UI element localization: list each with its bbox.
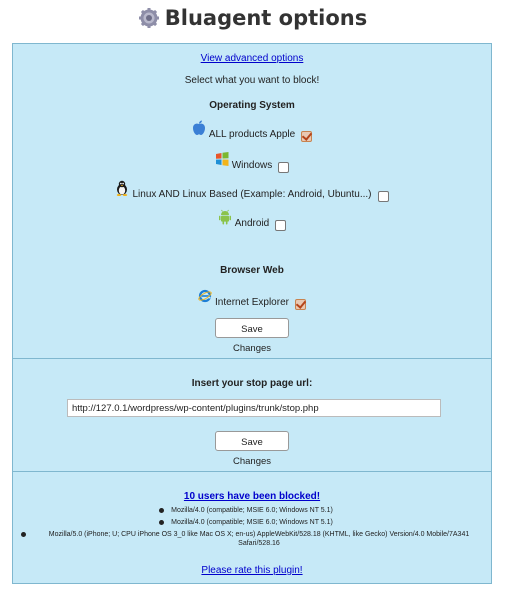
browser-option-internet-explorer: Internet Explorer [13,289,491,315]
page-title: Bluagent options [164,6,368,30]
list-item: Mozilla/5.0 (iPhone; U; CPU iPhone OS 3_… [13,530,491,548]
os-option-linux: Linux AND Linux Based (Example: Android,… [13,180,491,207]
instruction-text: Select what you want to block! [184,75,320,86]
save-changes-button[interactable]: Save Changes [215,431,289,467]
list-item: Mozilla/4.0 (compatible; MSIE 6.0; Windo… [13,518,491,527]
linux-checkbox[interactable] [377,191,389,202]
os-option-label: Linux AND Linux Based (Example: Android,… [132,189,372,200]
os-heading: Operating System [209,100,295,111]
blocked-user-agents-list: Mozilla/4.0 (compatible; MSIE 6.0; Windo… [13,506,491,551]
linux-icon [117,180,128,196]
os-option-apple: ALL products Apple [13,120,491,147]
os-option-android: Android [13,209,491,236]
os-option-windows: Windows [13,152,491,178]
windows-icon [215,152,229,166]
bullet-icon [159,508,164,513]
rate-plugin-link[interactable]: Please rate this plugin! [201,565,302,576]
stop-page-url-input[interactable]: http://127.0.1/wordpress/wp-content/plug… [67,399,441,417]
os-option-label: Windows [231,160,273,171]
stop-page-panel: Insert your stop page url: http://127.0.… [12,358,492,472]
user-agent-text: Mozilla/5.0 (iPhone; U; CPU iPhone OS 3_… [48,531,470,547]
browser-option-label: Internet Explorer [215,297,289,308]
os-option-label: Android [234,218,270,229]
block-options-panel: View advanced options Select what you wa… [12,43,492,359]
apple-icon [192,120,205,135]
blocked-users-link[interactable]: 10 users have been blocked! [184,491,320,502]
gear-icon [138,8,159,28]
user-agent-text: Mozilla/4.0 (compatible; MSIE 6.0; Windo… [171,519,333,526]
bullet-icon [159,520,164,525]
apple-checkbox[interactable] [301,131,313,142]
windows-checkbox[interactable] [278,162,290,173]
android-icon [218,209,231,225]
list-item: Mozilla/4.0 (compatible; MSIE 6.0; Windo… [13,506,491,515]
browser-heading: Browser Web [220,265,284,276]
android-checkbox[interactable] [275,220,287,231]
save-changes-button[interactable]: Save Changes [215,318,289,354]
bullet-icon [21,532,26,537]
stop-page-label: Insert your stop page url: [191,378,313,389]
internet-explorer-checkbox[interactable] [294,299,306,310]
os-option-label: ALL products Apple [208,129,296,140]
page-header: Bluagent options [0,0,506,36]
user-agent-text: Mozilla/4.0 (compatible; MSIE 6.0; Windo… [171,507,333,514]
internet-explorer-icon [198,289,212,303]
blocked-users-panel: 10 users have been blocked! Mozilla/4.0 … [12,471,492,584]
view-advanced-options-link[interactable]: View advanced options [201,53,304,64]
